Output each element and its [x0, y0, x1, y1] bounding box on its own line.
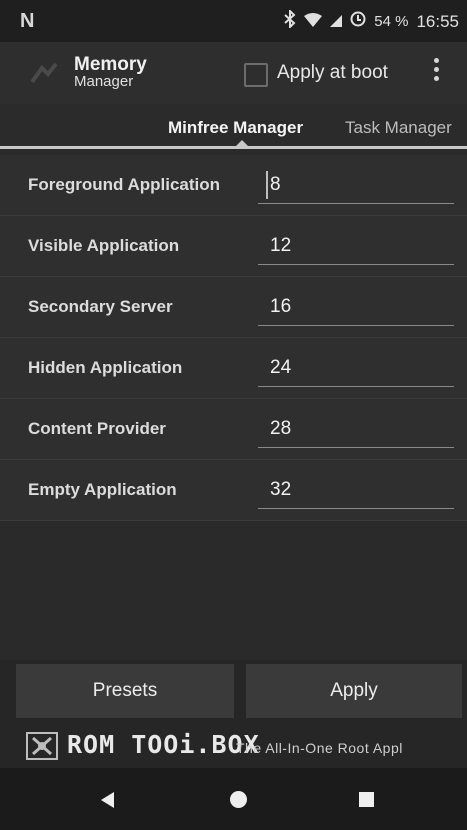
row-label: Foreground Application — [28, 175, 221, 194]
tab-indicator-notch — [235, 140, 249, 147]
list-item: Hidden Application — [0, 338, 467, 399]
row-label: Empty Application — [28, 480, 177, 499]
list-item: Foreground Application — [0, 155, 467, 216]
home-icon[interactable] — [230, 791, 247, 808]
row-label: Secondary Server — [28, 297, 173, 316]
status-bar: N 54 % 16:55 — [0, 0, 467, 42]
wifi-icon — [304, 12, 323, 32]
secondary-server-field[interactable] — [258, 289, 454, 326]
recents-icon[interactable] — [359, 792, 374, 807]
content-provider-field[interactable] — [258, 411, 454, 448]
text-cursor — [266, 171, 268, 199]
navigation-bar — [0, 768, 467, 830]
row-label: Visible Application — [28, 236, 180, 255]
back-icon[interactable] — [101, 792, 114, 808]
status-icons: 54 % 16:55 — [284, 8, 459, 33]
overflow-menu-icon[interactable] — [430, 58, 442, 90]
minfree-list: Foreground Application Visible Applicati… — [0, 149, 467, 660]
banner-tagline: The All-In-One Root Appl — [236, 740, 403, 756]
list-item: Empty Application — [0, 460, 467, 521]
tab-task-manager[interactable]: Task Manager — [345, 118, 452, 138]
rom-toolbox-banner[interactable]: ROM TOOi.BOX The All-In-One Root Appl — [0, 724, 467, 768]
clock: 16:55 — [416, 11, 459, 31]
list-item: Content Provider — [0, 399, 467, 460]
visible-application-field[interactable] — [258, 228, 454, 265]
hidden-application-field[interactable] — [258, 350, 454, 387]
list-item: Visible Application — [0, 216, 467, 277]
apply-button[interactable]: Apply — [246, 664, 462, 718]
notification-n-icon: N — [20, 10, 35, 32]
apply-at-boot-checkbox[interactable] — [244, 63, 268, 87]
banner-brand: ROM TOOi.BOX — [67, 730, 260, 759]
memory-chip-icon — [28, 60, 60, 88]
toolbox-logo-icon — [26, 732, 58, 760]
row-label: Content Provider — [28, 419, 166, 438]
presets-button[interactable]: Presets — [16, 664, 234, 718]
app-title: Memory Manager — [74, 54, 147, 90]
list-item: Secondary Server — [0, 277, 467, 338]
tab-minfree-manager[interactable]: Minfree Manager — [168, 118, 303, 138]
bluetooth-icon — [284, 8, 296, 33]
empty-application-field[interactable] — [258, 472, 454, 509]
apply-at-boot-label[interactable]: Apply at boot — [277, 62, 388, 84]
app-title-main: Memory — [74, 54, 147, 75]
foreground-application-field[interactable] — [258, 167, 454, 204]
tab-bar: Minfree Manager Task Manager — [0, 104, 467, 150]
battery-level: 54 % — [374, 13, 409, 30]
app-title-sub: Manager — [74, 73, 134, 90]
app-bar: Memory Manager Apply at boot — [0, 42, 467, 104]
battery-saver-icon — [350, 11, 366, 32]
row-label: Hidden Application — [28, 358, 183, 377]
signal-icon — [330, 12, 343, 32]
